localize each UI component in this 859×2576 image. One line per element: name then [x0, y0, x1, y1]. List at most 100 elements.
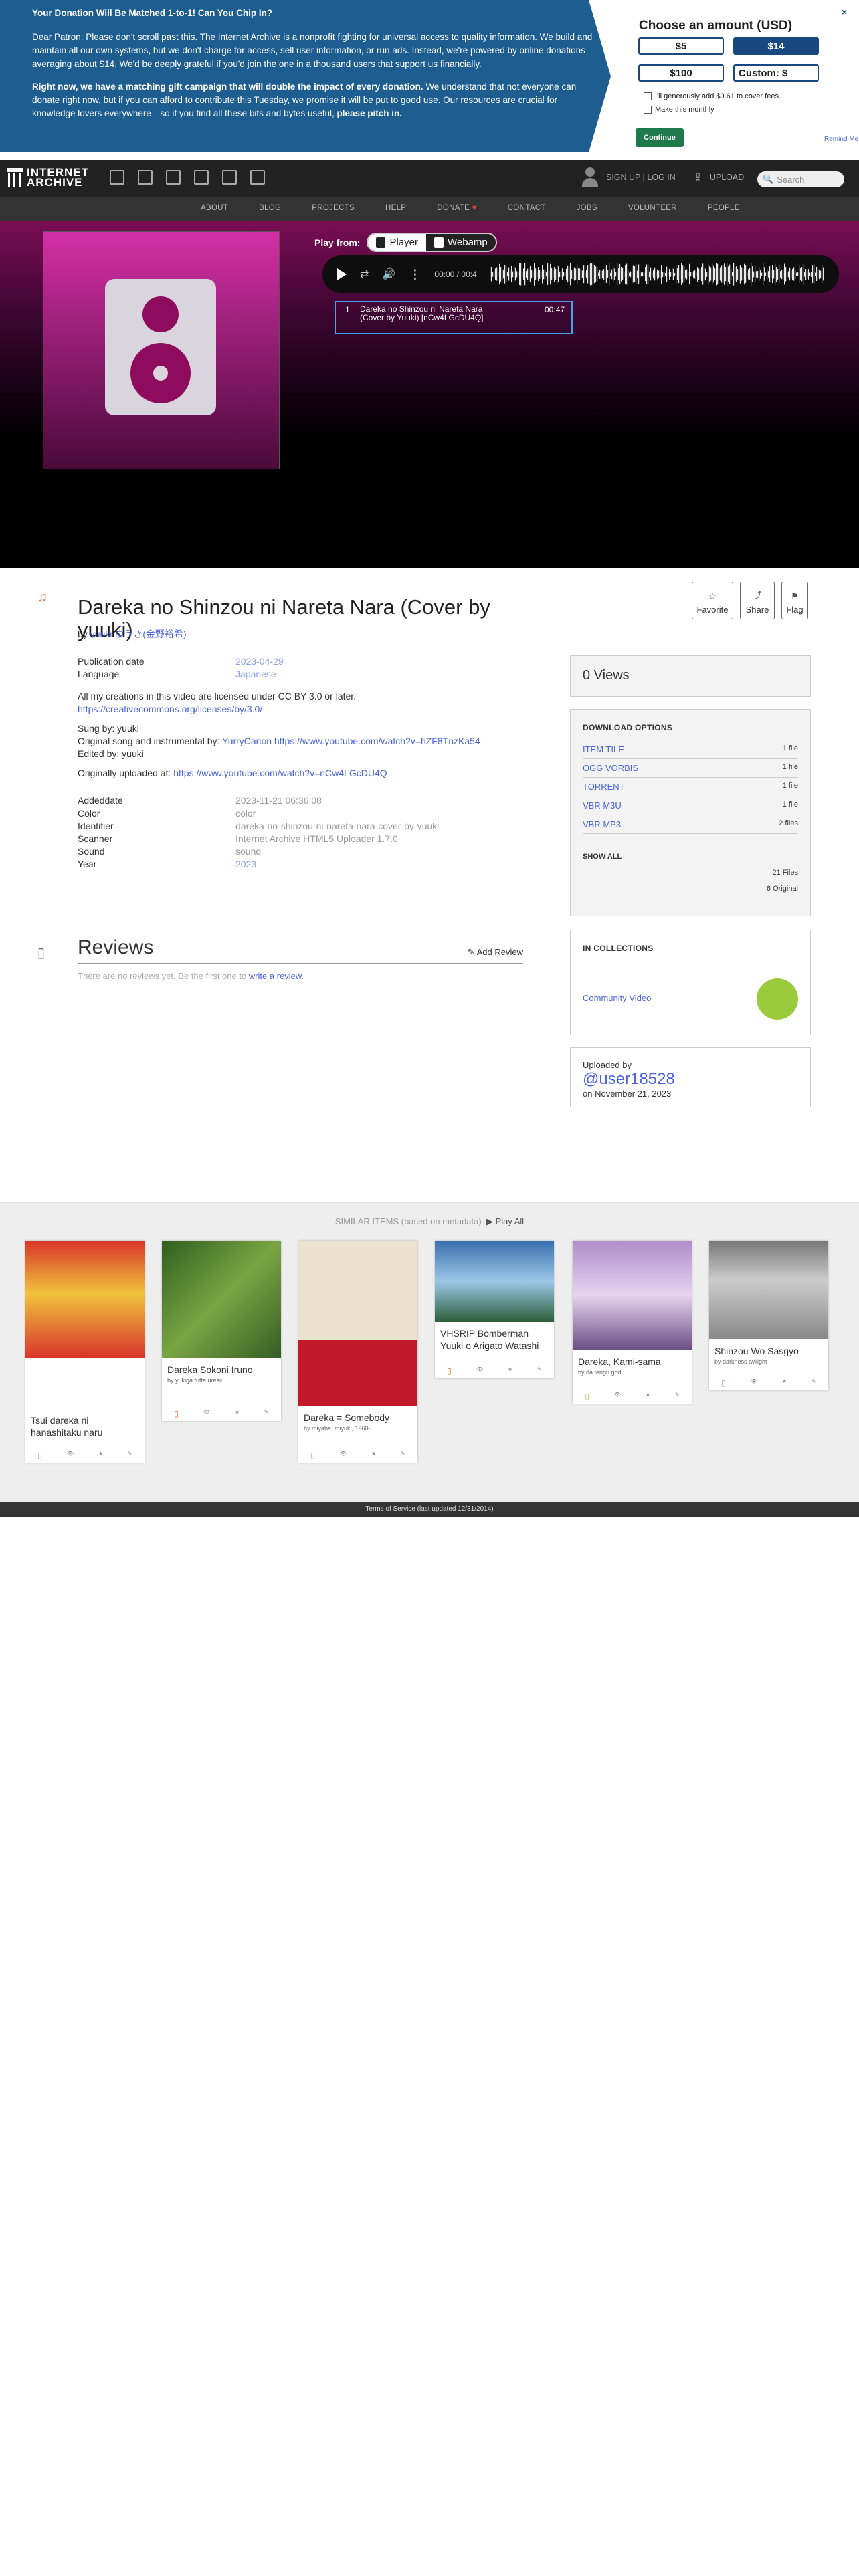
close-icon[interactable]: ×	[838, 5, 851, 19]
monthly-checkbox[interactable]: Make this monthly	[644, 106, 714, 114]
texts-icon[interactable]	[138, 170, 153, 185]
nav-jobs[interactable]: JOBS	[577, 204, 597, 212]
similar-heading: SIMILAR ITEMS (based on metadata) ▶ Play…	[335, 1216, 524, 1226]
software-icon[interactable]	[222, 170, 237, 185]
nav-help[interactable]: HELP	[385, 204, 406, 212]
similar-item[interactable]: VHSRIP Bomberman Yuuki o Arigato Watashi…	[435, 1241, 554, 1378]
search-input[interactable]: 🔍 Search	[757, 171, 844, 187]
waveform-bar	[503, 270, 504, 279]
loop-icon[interactable]: ⇄	[360, 267, 369, 281]
waveform-bar	[662, 271, 664, 278]
uploader-link[interactable]: @user18528	[583, 1070, 798, 1089]
waveform-bar	[772, 265, 773, 284]
waveform[interactable]	[490, 262, 824, 286]
waveform-bar	[566, 268, 567, 280]
web-icon[interactable]	[110, 170, 124, 185]
reviews-header: Reviews ✎ Add Review	[78, 936, 523, 964]
waveform-bar	[686, 269, 688, 280]
waveform-bar	[819, 269, 820, 280]
waveform-bar	[625, 265, 626, 284]
show-all-link[interactable]: SHOW ALL	[583, 853, 798, 861]
publication-date-link[interactable]: 2023-04-29	[235, 655, 284, 668]
amount-14-button[interactable]: $14	[733, 37, 819, 55]
logo[interactable]: INTERNET ARCHIVE	[7, 167, 89, 188]
remind-me-link[interactable]: Remind Me	[824, 136, 858, 143]
video-icon[interactable]	[166, 170, 181, 185]
nav-about[interactable]: ABOUT	[201, 204, 228, 212]
year-link[interactable]: 2023	[235, 858, 256, 871]
cover-fees-checkbox[interactable]: I'll generously add $0.61 to cover fees.	[644, 92, 781, 100]
time-total: 00:4	[461, 270, 477, 279]
signup-login-link[interactable]: SIGN UP | LOG IN	[606, 173, 676, 182]
youtube-source-link[interactable]: https://www.youtube.com/watch?v=nCw4LGcD…	[173, 768, 387, 778]
waveform-bar	[515, 267, 516, 281]
flag-button[interactable]: ⚑ Flag	[781, 582, 808, 619]
amount-5-button[interactable]: $5	[638, 37, 724, 55]
license-link[interactable]: https://creativecommons.org/licenses/by/…	[78, 704, 262, 714]
waveform-bar	[815, 272, 816, 276]
continue-button[interactable]: Continue	[636, 128, 684, 147]
more-icon[interactable]: ⋮	[409, 267, 421, 282]
waveform-bar	[527, 268, 529, 280]
webamp-button[interactable]: Webamp	[426, 234, 496, 251]
similar-item[interactable]: Dareka, Kami-sama by da tengu god ▯ 👁 ★ ✎	[573, 1241, 692, 1404]
upload-link[interactable]: UPLOAD	[710, 173, 744, 182]
original-song-link[interactable]: YurryCanon https://www.youtube.com/watch…	[222, 736, 480, 746]
nav-blog[interactable]: BLOG	[259, 204, 281, 212]
play-icon[interactable]	[337, 268, 347, 280]
footer-terms-link[interactable]: Terms of Service (last updated 12/31/201…	[0, 1502, 859, 1517]
similar-item[interactable]: Dareka Sokoni Iruno by yukiga futte ures…	[162, 1241, 281, 1421]
player-button[interactable]: Player	[368, 234, 426, 251]
similar-item[interactable]: Tsui dareka ni hanashitaku naru ▯ 👁 ★ ✎	[25, 1241, 145, 1463]
download-vbr-m3u[interactable]: VBR M3U 1 file	[583, 798, 798, 815]
nav-volunteer[interactable]: VOLUNTEER	[628, 204, 677, 212]
byline: by yuuki ゆうき(金野裕希)	[78, 629, 187, 639]
item-title: Dareka, Kami-sama	[578, 1356, 661, 1367]
custom-amount-input[interactable]: Custom: $	[733, 64, 819, 82]
waveform-bar	[800, 268, 801, 280]
audio-player: ⇄ 🔊 ⋮ 00:00 / 00:4	[322, 255, 839, 293]
waveform-bar	[720, 267, 721, 281]
language-link[interactable]: Japanese	[235, 668, 276, 681]
download-torrent[interactable]: TORRENT 1 file	[583, 779, 798, 796]
waveform-bar	[558, 266, 559, 282]
nav-people[interactable]: PEOPLE	[708, 204, 740, 212]
nav-donate[interactable]: DONATE ♥	[437, 204, 477, 212]
archive-logo-icon	[7, 168, 23, 187]
add-review-button[interactable]: ✎ Add Review	[468, 947, 523, 958]
upload-icon[interactable]: ⇪	[693, 171, 703, 185]
download-ogg-vorbis[interactable]: OGG VORBIS 1 file	[583, 760, 798, 778]
images-icon[interactable]	[250, 170, 265, 185]
waveform-bar	[780, 271, 781, 278]
waveform-bar	[496, 267, 498, 281]
waveform-bar	[753, 271, 755, 278]
waveform-bar	[765, 272, 767, 276]
write-review-link[interactable]: write a review.	[249, 971, 304, 981]
similar-item[interactable]: Dareka = Somebody by miyabe, miyuki, 196…	[298, 1241, 417, 1463]
collection-link[interactable]: Community Video	[583, 993, 651, 1003]
amount-100-button[interactable]: $100	[638, 64, 724, 82]
download-vbr-mp3[interactable]: VBR MP3 2 files	[583, 817, 798, 834]
share-button[interactable]: ⤴ Share	[740, 582, 775, 619]
volume-icon[interactable]: 🔊	[382, 267, 395, 281]
waveform-bar	[773, 270, 775, 279]
audio-icon[interactable]	[194, 170, 209, 185]
waveform-bar	[582, 270, 583, 278]
waveform-bar	[575, 268, 577, 280]
waveform-bar	[539, 270, 541, 279]
nav-projects[interactable]: PROJECTS	[312, 204, 355, 212]
play-all-button[interactable]: ▶ Play All	[486, 1216, 524, 1226]
llama-icon	[434, 237, 444, 248]
playlist-track[interactable]: 1 Dareka no Shinzou ni Nareta Nara (Cove…	[335, 301, 573, 334]
waveform-bar	[551, 267, 553, 281]
download-item-tile[interactable]: ITEM TILE 1 file	[583, 742, 798, 759]
similar-item[interactable]: Shinzou Wo Sasgyo by darkness twilight ▯…	[709, 1241, 828, 1390]
favorite-button[interactable]: ☆ Favorite	[692, 582, 733, 619]
waveform-bar	[607, 270, 609, 279]
user-icon[interactable]	[581, 167, 599, 187]
video-camera-icon[interactable]	[757, 978, 798, 1020]
creator-link[interactable]: yuuki ゆうき(金野裕希)	[90, 629, 187, 639]
nav-contact[interactable]: CONTACT	[508, 204, 546, 212]
waveform-bar	[629, 272, 630, 276]
item-thumbnail	[162, 1241, 281, 1358]
